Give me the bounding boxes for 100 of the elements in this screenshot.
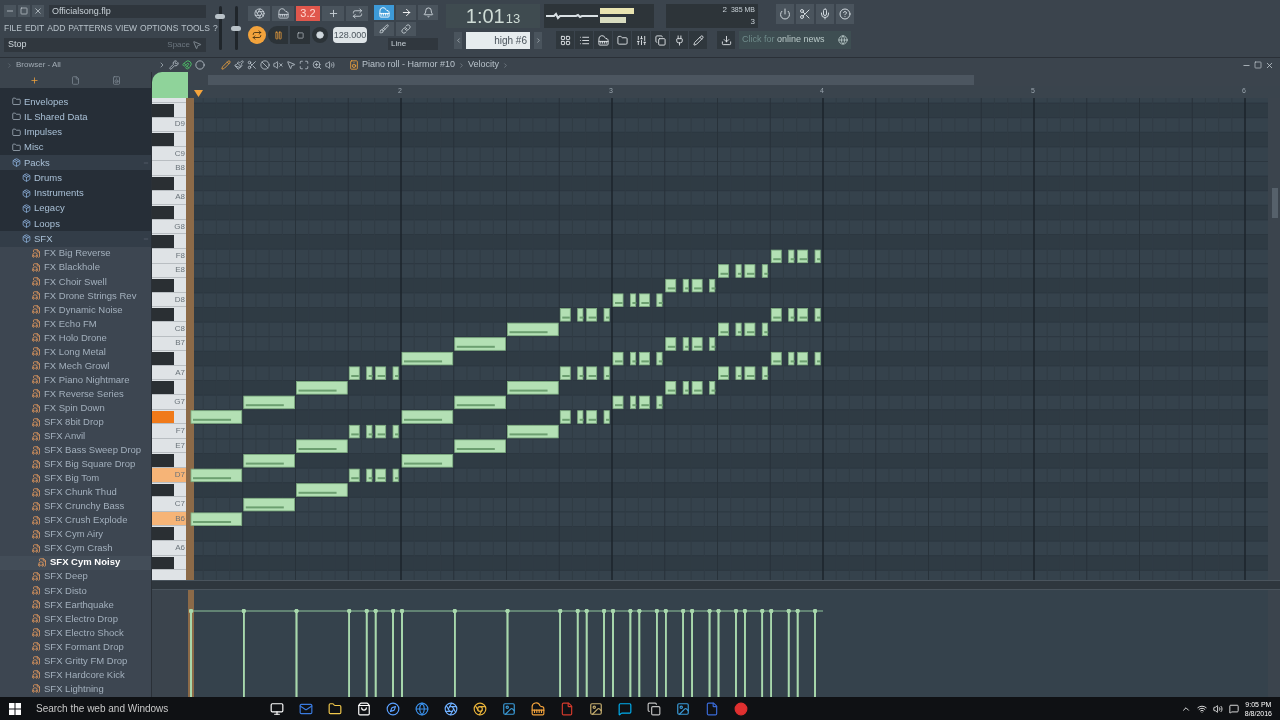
piano-key[interactable] bbox=[152, 351, 186, 366]
tree-item[interactable]: SFX bbox=[0, 231, 151, 247]
compass-icon[interactable] bbox=[386, 701, 400, 716]
close-button[interactable] bbox=[32, 5, 44, 17]
metronome-button[interactable] bbox=[418, 5, 438, 20]
close-icon[interactable] bbox=[1265, 60, 1274, 70]
mute-icon[interactable] bbox=[273, 60, 283, 70]
tree-item[interactable]: SFX Anvil bbox=[0, 429, 151, 444]
speaker-icon[interactable] bbox=[325, 60, 335, 70]
mode-display[interactable]: 3.2 bbox=[296, 5, 320, 21]
mode-button[interactable] bbox=[346, 5, 368, 21]
image-icon[interactable] bbox=[589, 701, 603, 716]
chat-icon[interactable] bbox=[618, 701, 632, 716]
image-icon[interactable] bbox=[676, 701, 690, 716]
plus-icon[interactable] bbox=[327, 7, 339, 19]
copy-icon[interactable] bbox=[647, 701, 661, 716]
tree-item[interactable]: FX Mech Growl bbox=[0, 358, 151, 373]
master-volume-slider[interactable] bbox=[215, 6, 225, 50]
piano-roll-title[interactable]: Piano roll - Harmor #10 bbox=[362, 58, 456, 72]
maximize-icon[interactable] bbox=[1254, 61, 1262, 69]
target-control[interactable]: Velocity bbox=[468, 58, 500, 72]
piano-key[interactable] bbox=[152, 205, 186, 220]
piano-key[interactable] bbox=[152, 453, 186, 468]
bell-icon[interactable] bbox=[422, 7, 434, 18]
stop-icon[interactable] bbox=[296, 31, 304, 39]
menu-item[interactable]: PATTERNS bbox=[68, 21, 113, 35]
record-button[interactable] bbox=[312, 27, 328, 43]
tree-item[interactable]: FX Reverse Series bbox=[0, 386, 151, 401]
tree-item[interactable]: SFX Formant Drop bbox=[0, 639, 151, 654]
tree-item[interactable]: SFX Crush Explode bbox=[0, 513, 151, 528]
file-icon[interactable] bbox=[560, 701, 574, 716]
menu-item[interactable]: TOOLS bbox=[181, 21, 211, 35]
tree-item[interactable]: SFX Deep bbox=[0, 569, 151, 584]
menu-item[interactable]: OPTIONS bbox=[140, 21, 179, 35]
tree-item[interactable]: FX Big Reverse bbox=[0, 246, 151, 261]
tree-item[interactable]: SFX Lightning bbox=[0, 681, 151, 696]
link-icon[interactable] bbox=[401, 24, 411, 34]
snap-dropdown[interactable]: Line bbox=[388, 38, 438, 50]
piano-key[interactable]: C7 bbox=[152, 497, 186, 512]
tree-item[interactable]: SFX Chunk Thud bbox=[0, 485, 151, 500]
pointer-icon[interactable] bbox=[286, 60, 296, 70]
tree-item[interactable]: SFX Cym Crash bbox=[0, 541, 151, 556]
menu-item[interactable]: ADD bbox=[47, 21, 66, 35]
slider-thumb[interactable] bbox=[215, 13, 225, 19]
notifications-icon[interactable] bbox=[1228, 703, 1239, 714]
mode-button[interactable] bbox=[322, 5, 344, 21]
circle-icon[interactable] bbox=[195, 60, 205, 70]
piano-key[interactable] bbox=[152, 278, 186, 293]
piano-key[interactable] bbox=[152, 234, 186, 250]
piano-key[interactable] bbox=[152, 526, 186, 541]
power-icon[interactable] bbox=[779, 8, 791, 20]
slider-thumb[interactable] bbox=[231, 25, 241, 31]
speaker-icon[interactable] bbox=[349, 60, 359, 70]
link-button[interactable] bbox=[396, 22, 416, 36]
loop-icon[interactable] bbox=[252, 30, 262, 40]
time-display[interactable]: 1:0113 bbox=[446, 4, 540, 28]
piano-key[interactable] bbox=[152, 176, 186, 191]
tree-item[interactable]: SFX Cym Noisy bbox=[0, 555, 151, 570]
piano-key[interactable] bbox=[152, 103, 186, 118]
toolbar-button[interactable] bbox=[776, 4, 794, 24]
piano-key[interactable] bbox=[152, 307, 186, 322]
tree-item[interactable]: IL Shared Data bbox=[0, 109, 151, 125]
add-icon[interactable] bbox=[30, 75, 39, 85]
piano-keyboard[interactable]: D9 C9 B8 A8 G8 F8 E8 D8 C8 B7 A7 G7 F7 E7 D7 C7 B6 A6 bbox=[152, 98, 188, 580]
piano-key[interactable]: F7 bbox=[152, 424, 186, 439]
tree-item[interactable]: SFX Gritty FM Drop bbox=[0, 653, 151, 668]
tree-item[interactable]: SFX Big Tom bbox=[0, 471, 151, 486]
scissors-icon[interactable] bbox=[247, 60, 257, 70]
tree-item[interactable]: Envelopes bbox=[0, 94, 151, 110]
arrow-icon[interactable] bbox=[400, 7, 412, 18]
menu-item[interactable]: EDIT bbox=[24, 21, 45, 35]
windows-logo-icon[interactable] bbox=[9, 702, 21, 715]
pencil-icon[interactable] bbox=[221, 60, 231, 70]
tree-item[interactable]: FX Choir Swell bbox=[0, 274, 151, 289]
tree-item[interactable]: SFX Hardcore Kick bbox=[0, 667, 151, 682]
tree-item[interactable]: FX Drone Strings Rev bbox=[0, 288, 151, 303]
play-button[interactable] bbox=[268, 26, 288, 44]
microphone-icon[interactable] bbox=[819, 8, 831, 20]
zoom-icon[interactable] bbox=[312, 60, 322, 70]
menu-item[interactable]: VIEW bbox=[115, 21, 138, 35]
record-mode-button[interactable] bbox=[374, 22, 394, 36]
delete-icon[interactable] bbox=[260, 60, 270, 70]
vertical-scrollbar[interactable] bbox=[1272, 188, 1278, 218]
piano-key[interactable]: F8 bbox=[152, 249, 186, 264]
select-icon[interactable] bbox=[299, 60, 309, 70]
toolbar-button[interactable] bbox=[816, 4, 834, 24]
volume-icon[interactable] bbox=[1212, 703, 1223, 714]
note-preview-icon[interactable] bbox=[152, 72, 188, 98]
image-icon[interactable] bbox=[502, 701, 516, 716]
piano-key[interactable]: B8 bbox=[152, 161, 186, 177]
tree-item[interactable]: FX Blackhole bbox=[0, 260, 151, 275]
record-icon[interactable] bbox=[734, 701, 748, 716]
tree-item[interactable]: SFX Crunchy Bass bbox=[0, 499, 151, 514]
browser-icon[interactable] bbox=[415, 701, 429, 716]
piano-key[interactable] bbox=[152, 380, 186, 395]
tree-item[interactable]: SFX Bass Sweep Drop bbox=[0, 443, 151, 458]
note-grid-drawing[interactable] bbox=[188, 98, 1268, 580]
mode-button[interactable] bbox=[272, 5, 294, 21]
toolbar-button[interactable] bbox=[796, 4, 814, 24]
brush-icon[interactable] bbox=[234, 60, 244, 70]
